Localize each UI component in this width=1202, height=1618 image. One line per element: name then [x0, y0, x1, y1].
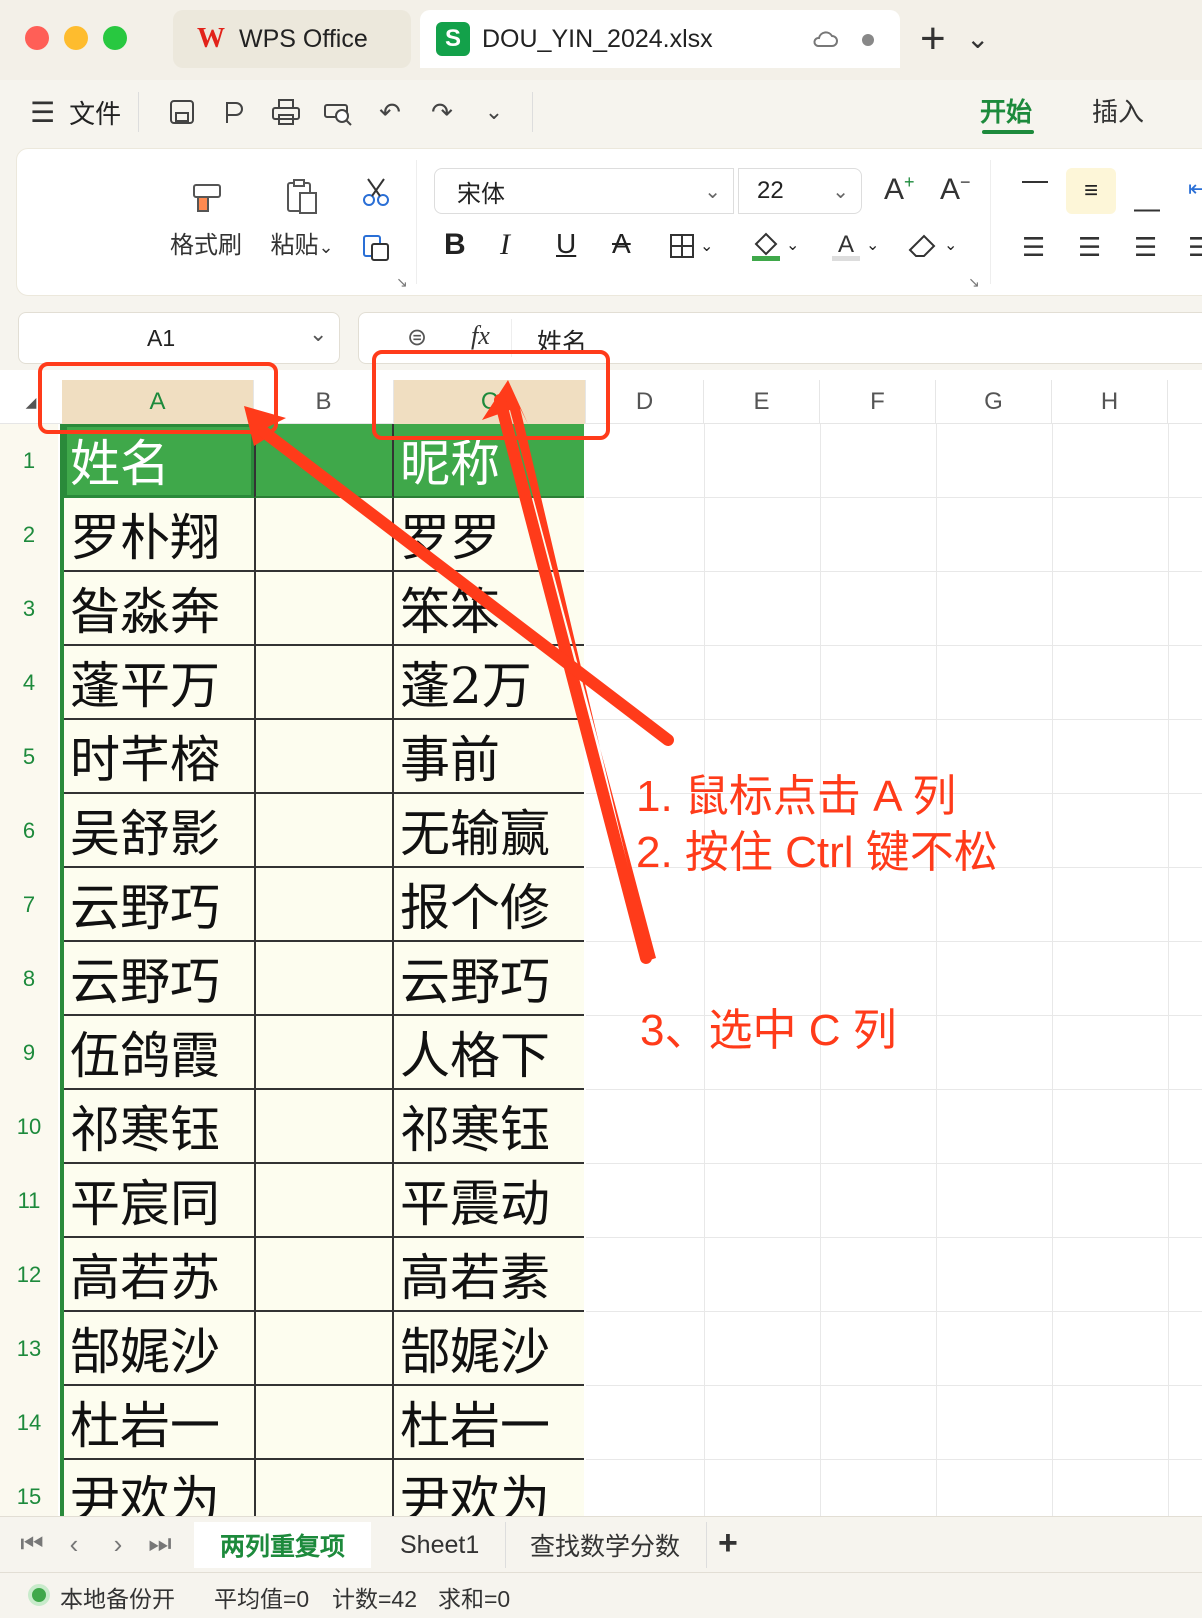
add-sheet-button[interactable]: +: [718, 1524, 738, 1563]
backup-status-icon: [28, 1584, 50, 1606]
arrow-shaft-c: [494, 394, 652, 964]
arrow-shaft-a: [258, 426, 674, 746]
annotation-step-1: 1. 鼠标点击 A 列: [636, 772, 957, 821]
status-sum: 求和=0: [438, 1586, 511, 1612]
status-average: 平均值=0: [214, 1586, 310, 1612]
status-count: 计数=42: [332, 1586, 418, 1612]
annotation-arrows: [244, 380, 674, 964]
status-bar: [0, 1572, 1202, 1618]
annotation-step-3: 3、选中 C 列: [640, 1006, 897, 1055]
sheet-tab-duplicates[interactable]: 两列重复项: [194, 1522, 372, 1568]
last-sheet-icon[interactable]: ⏭: [142, 1526, 178, 1562]
prev-sheet-icon[interactable]: ‹: [56, 1526, 92, 1562]
next-sheet-icon[interactable]: ›: [100, 1526, 136, 1562]
sheet-tab-sheet1[interactable]: Sheet1: [374, 1522, 507, 1568]
sheet-tab-math-scores[interactable]: 查找数学分数: [504, 1522, 708, 1568]
annotation-step-2: 2. 按住 Ctrl 键不松: [636, 828, 998, 877]
backup-status[interactable]: 本地备份开: [60, 1580, 175, 1614]
first-sheet-icon[interactable]: ⏮: [14, 1526, 50, 1562]
